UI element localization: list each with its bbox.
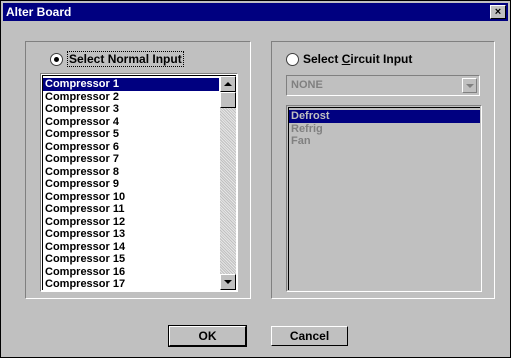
circuit-combo-box[interactable]: NONE — [286, 75, 480, 96]
ok-label: OK — [198, 329, 217, 343]
circuit-input-list[interactable]: Defrost Refrig Fan — [286, 105, 482, 292]
list-item[interactable]: Compressor 7 — [43, 153, 219, 166]
list-item[interactable]: Defrost — [289, 110, 480, 123]
radio-checked-icon — [50, 52, 63, 66]
ok-button[interactable]: OK — [168, 325, 247, 347]
circuit-input-items: Defrost Refrig Fan — [289, 110, 480, 148]
normal-input-list[interactable]: Compressor 1 Compressor 2 Compressor 3 Comp… — [40, 73, 238, 292]
select-normal-input-label: Select Normal Input — [67, 51, 184, 67]
scroll-thumb[interactable] — [220, 92, 236, 108]
list-item[interactable]: Compressor 3 — [43, 103, 219, 116]
combo-dropdown-button[interactable] — [462, 78, 477, 93]
alter-board-dialog: Alter Board × Select Normal Input Compre… — [0, 0, 511, 358]
scroll-down-button[interactable] — [220, 274, 236, 290]
normal-list-scrollbar[interactable] — [220, 76, 236, 290]
radio-unchecked-icon — [286, 52, 299, 66]
list-item[interactable]: Compressor 2 — [43, 91, 219, 104]
window-title: Alter Board — [6, 5, 72, 19]
list-item[interactable]: Compressor 9 — [43, 178, 219, 191]
list-item[interactable]: Compressor 8 — [43, 166, 219, 179]
list-item[interactable]: Refrig — [289, 123, 480, 136]
list-item[interactable]: Fan — [289, 135, 480, 148]
list-item[interactable]: Compressor 17 — [43, 278, 219, 290]
list-item[interactable]: Compressor 5 — [43, 128, 219, 141]
list-item[interactable]: Compressor 13 — [43, 228, 219, 241]
combo-value: NONE — [291, 79, 323, 91]
list-item[interactable]: Compressor 12 — [43, 216, 219, 229]
list-item[interactable]: Compressor 15 — [43, 253, 219, 266]
normal-input-items: Compressor 1 Compressor 2 Compressor 3 Comp… — [43, 78, 219, 290]
circuit-input-panel: Select Circuit Input NONE Defrost Refrig F… — [271, 41, 495, 299]
select-circuit-input-radio[interactable]: Select Circuit Input — [286, 52, 412, 66]
list-item[interactable]: Compressor 4 — [43, 116, 219, 129]
circuit-label-text: Select Circuit Input — [303, 52, 413, 66]
close-button[interactable]: × — [490, 5, 506, 19]
list-item[interactable]: Compressor 1 — [43, 78, 219, 91]
list-item[interactable]: Compressor 14 — [43, 241, 219, 254]
cancel-button[interactable]: Cancel — [271, 326, 348, 346]
select-normal-input-radio[interactable]: Select Normal Input — [50, 51, 184, 67]
list-item[interactable]: Compressor 6 — [43, 141, 219, 154]
scroll-up-button[interactable] — [220, 76, 236, 92]
list-item[interactable]: Compressor 10 — [43, 191, 219, 204]
list-item[interactable]: Compressor 11 — [43, 203, 219, 216]
normal-input-panel: Select Normal Input Compressor 1 Compress… — [25, 41, 251, 299]
arrow-down-icon — [224, 280, 232, 284]
chevron-down-icon — [465, 83, 474, 88]
cancel-label: Cancel — [289, 329, 330, 343]
close-icon: × — [494, 6, 502, 18]
arrow-up-icon — [224, 82, 232, 86]
select-circuit-input-label: Select Circuit Input — [303, 52, 412, 66]
list-item[interactable]: Compressor 16 — [43, 266, 219, 279]
title-bar[interactable]: Alter Board × — [3, 3, 508, 21]
